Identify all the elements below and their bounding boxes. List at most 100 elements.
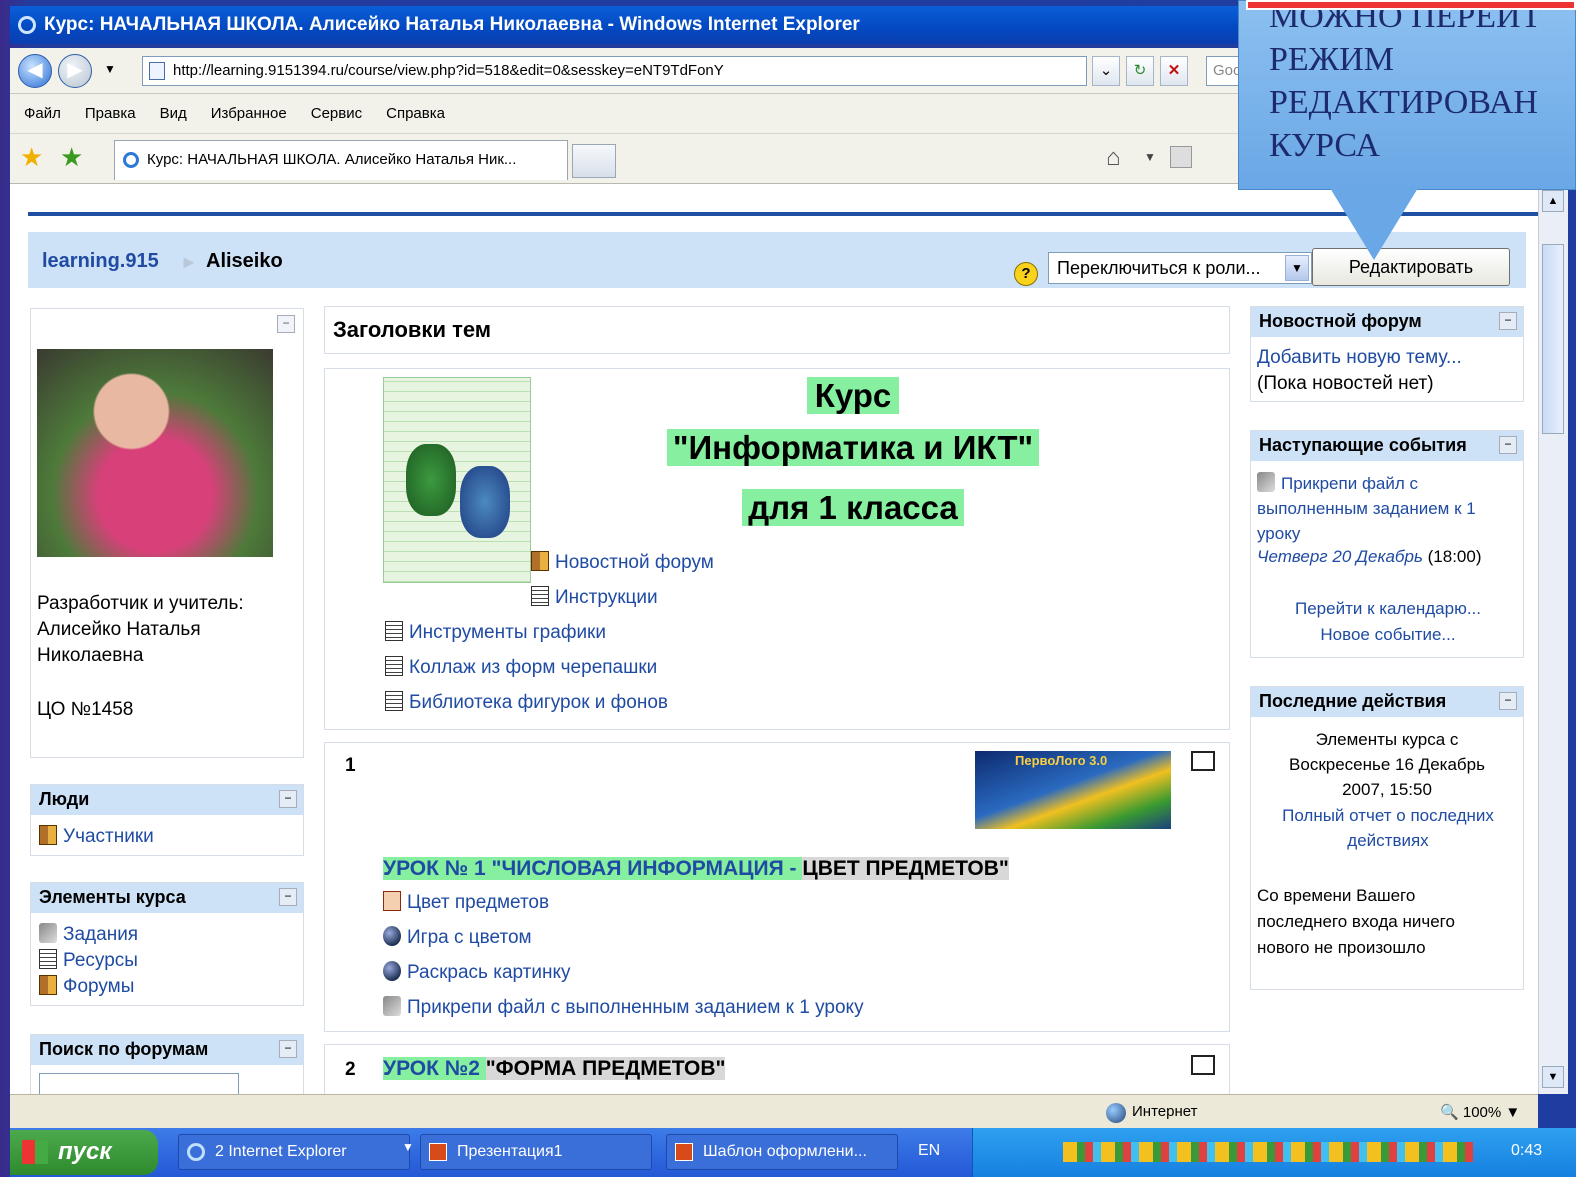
figures-library-link[interactable]: Библиотека фигурок и фонов <box>385 691 668 714</box>
collapse-icon[interactable]: − <box>1499 312 1517 330</box>
history-dropdown-icon[interactable]: ▼ <box>104 62 116 76</box>
highlight-section-checkbox[interactable] <box>1191 751 1215 771</box>
profile-caption-3: Николаевна <box>37 645 144 666</box>
pervologo-banner: ПервоЛого 3.0 <box>975 751 1171 829</box>
assignment-icon <box>1257 472 1275 492</box>
highlight-section-checkbox[interactable] <box>1191 1055 1215 1075</box>
start-button[interactable]: пуск <box>10 1130 158 1175</box>
new-event-link[interactable]: Новое событие... <box>1251 625 1525 645</box>
help-icon[interactable]: ? <box>1014 262 1038 286</box>
breadcrumb-home-link[interactable]: learning.915 <box>42 250 159 273</box>
upcoming-event-link[interactable]: Прикрепи файл с выполненным заданием к 1… <box>1257 471 1519 546</box>
ie-logo-icon <box>187 1143 205 1161</box>
section-0: Курс "Информатика и ИКТ" для 1 класса Но… <box>324 368 1230 730</box>
forum-search-title: Поиск по форумам − <box>31 1035 303 1065</box>
assignment-icon <box>383 996 401 1016</box>
internet-zone-icon <box>1106 1103 1126 1123</box>
participants-link[interactable]: Участники <box>39 825 154 848</box>
refresh-button[interactable]: ↻ <box>1126 56 1154 86</box>
new-tab-button[interactable] <box>572 144 616 178</box>
back-button[interactable]: ◀ <box>18 54 52 88</box>
news-forum-link[interactable]: Новостной форум <box>531 551 714 574</box>
zoom-level[interactable]: 🔍 100% ▼ <box>1440 1103 1520 1121</box>
resources-link[interactable]: Ресурсы <box>39 949 138 972</box>
menu-file[interactable]: Файл <box>24 105 61 122</box>
home-dropdown-icon[interactable]: ▼ <box>1144 150 1156 164</box>
tray-icons[interactable] <box>1063 1142 1473 1162</box>
scroll-up-icon[interactable]: ▲ <box>1542 190 1564 212</box>
forums-link[interactable]: Форумы <box>39 975 134 998</box>
event-date: Четверг 20 Декабрь (18:00) <box>1257 547 1482 566</box>
role-switch-select[interactable]: Переключиться к роли... ▼ <box>1048 252 1312 284</box>
events-block-title: Наступающие события − <box>1251 431 1523 461</box>
page-icon <box>149 62 165 80</box>
pervologo-label: ПервоЛого 3.0 <box>1015 753 1108 768</box>
resource-icon <box>531 586 549 606</box>
news-block-title: Новостной форум − <box>1251 307 1523 337</box>
presentation-icon <box>383 891 401 911</box>
add-topic-link[interactable]: Добавить новую тему... <box>1257 347 1462 369</box>
breadcrumb-current: Aliseiko <box>206 250 283 272</box>
lesson-1-title: УРОК № 1 "ЧИСЛОВАЯ ИНФОРМАЦИЯ - ЦВЕТ ПРЕ… <box>383 857 1009 880</box>
add-favorite-icon[interactable]: ★ <box>60 142 83 172</box>
forward-button[interactable]: ▶ <box>58 54 92 88</box>
color-game-link[interactable]: Игра с цветом <box>383 926 532 949</box>
navigation-bar: learning.915 ► Aliseiko ? Переключиться … <box>28 232 1526 288</box>
collapse-icon[interactable]: − <box>1499 692 1517 710</box>
section-2: 2 УРОК №2 "ФОРМА ПРЕДМЕТОВ" <box>324 1044 1230 1094</box>
coloring-link[interactable]: Раскрась картинку <box>383 961 571 984</box>
profile-block: − Разработчик и учитель: Алисейко Наталь… <box>30 308 304 758</box>
profile-caption-2: Алисейко Наталья <box>37 619 201 640</box>
section-1: 1 ПервоЛого 3.0 УРОК № 1 "ЧИСЛОВАЯ ИНФОР… <box>324 742 1230 1032</box>
stop-button[interactable]: ✕ <box>1160 56 1188 86</box>
callout-top-bar <box>1246 0 1576 10</box>
section-number: 2 <box>345 1059 356 1080</box>
menu-tools[interactable]: Сервис <box>311 105 362 122</box>
menu-view[interactable]: Вид <box>160 105 187 122</box>
calendar-link[interactable]: Перейти к календарю... <box>1251 599 1525 619</box>
taskbar-item-template[interactable]: Шаблон оформлени... <box>666 1134 898 1170</box>
callout-line-3: РЕДАКТИРОВАН <box>1269 84 1538 121</box>
taskbar-item-ie[interactable]: 2 Internet Explorer <box>178 1134 410 1170</box>
no-news-text: (Пока новостей нет) <box>1257 373 1434 394</box>
course-title-line-2: "Информатика и ИКТ" <box>666 429 1040 466</box>
menu-favorites[interactable]: Избранное <box>211 105 287 122</box>
url-input[interactable]: http://learning.9151394.ru/course/view.p… <box>142 56 1087 86</box>
collapse-icon[interactable]: − <box>279 790 297 808</box>
tab-course[interactable]: Курс: НАЧАЛЬНАЯ ШКОЛА. Алисейко Наталья … <box>114 140 568 180</box>
scroll-down-icon[interactable]: ▼ <box>1542 1066 1564 1088</box>
language-indicator[interactable]: EN <box>918 1142 940 1160</box>
full-report-link[interactable]: Полный отчет о последних действиях <box>1257 803 1519 853</box>
attach-file-link[interactable]: Прикрепи файл с выполненным заданием к 1… <box>383 996 864 1019</box>
callout-line-2: РЕЖИМ <box>1269 41 1394 78</box>
graphics-tools-link[interactable]: Инструменты графики <box>385 621 606 644</box>
collapse-icon[interactable]: − <box>279 888 297 906</box>
events-block: Наступающие события − Прикрепи файл с вып… <box>1250 430 1524 658</box>
feeds-icon[interactable] <box>1170 146 1192 168</box>
scroll-thumb[interactable] <box>1542 244 1564 434</box>
url-dropdown-icon[interactable]: ⌄ <box>1092 56 1120 86</box>
group-dropdown-icon[interactable]: ▼ <box>402 1140 414 1154</box>
forum-search-input[interactable] <box>39 1073 239 1094</box>
favorites-star-icon[interactable]: ★ <box>20 142 43 172</box>
profile-caption-1: Разработчик и учитель: <box>37 593 244 614</box>
turtle-collage-link[interactable]: Коллаж из форм черепашки <box>385 656 657 679</box>
menu-edit[interactable]: Правка <box>85 105 136 122</box>
people-icon <box>39 825 57 845</box>
assignments-link[interactable]: Задания <box>39 923 138 946</box>
collapse-icon[interactable]: − <box>1499 436 1517 454</box>
taskbar-item-presentation[interactable]: Презентация1 <box>420 1134 652 1170</box>
collapse-icon[interactable]: − <box>277 315 295 333</box>
ie-tab-icon <box>123 152 139 168</box>
color-objects-link[interactable]: Цвет предметов <box>383 891 549 914</box>
people-block: Люди − Участники <box>30 784 304 856</box>
security-zone: Интернет <box>1132 1103 1198 1120</box>
status-bar: Интернет 🔍 100% ▼ <box>10 1094 1538 1128</box>
menu-help[interactable]: Справка <box>386 105 445 122</box>
vertical-scrollbar[interactable]: ▲ ▼ <box>1538 184 1568 1094</box>
recent-activity-title: Последние действия − <box>1251 687 1523 717</box>
collapse-icon[interactable]: − <box>279 1040 297 1058</box>
course-title-line-3: для 1 класса <box>742 489 964 526</box>
instructions-link[interactable]: Инструкции <box>531 586 658 609</box>
home-icon[interactable]: ⌂ <box>1106 144 1121 172</box>
